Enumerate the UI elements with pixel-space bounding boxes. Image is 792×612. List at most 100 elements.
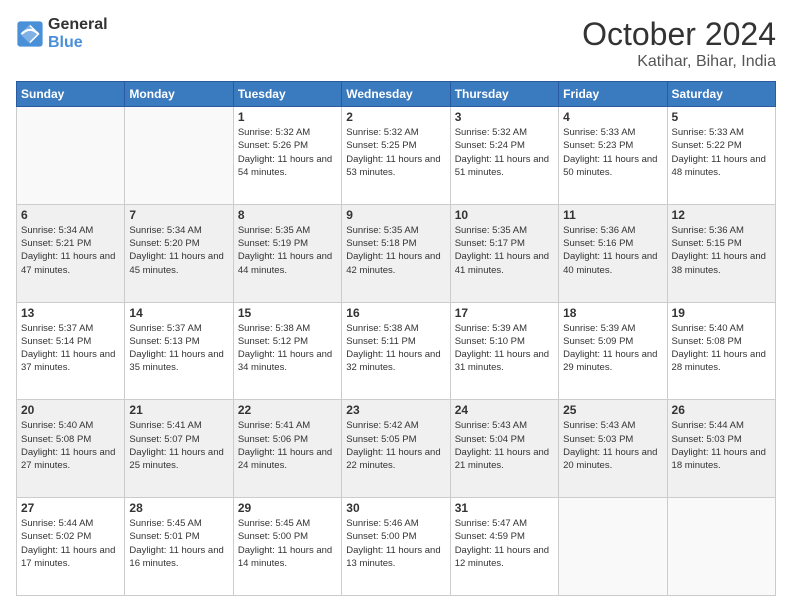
col-friday: Friday	[559, 82, 667, 107]
day-info: Sunrise: 5:35 AMSunset: 5:17 PMDaylight:…	[455, 224, 554, 277]
day-number: 30	[346, 501, 445, 515]
day-number: 19	[672, 306, 771, 320]
day-number: 21	[129, 403, 228, 417]
calendar-cell: 20Sunrise: 5:40 AMSunset: 5:08 PMDayligh…	[17, 400, 125, 498]
calendar-week-row: 13Sunrise: 5:37 AMSunset: 5:14 PMDayligh…	[17, 302, 776, 400]
calendar-cell: 16 Sunrise: 5:38 AMSunset: 5:11 PMDayligh…	[342, 302, 450, 400]
day-info: Sunrise: 5:34 AMSunset: 5:21 PMDaylight:…	[21, 224, 120, 277]
calendar-cell: 6 Sunrise: 5:34 AMSunset: 5:21 PMDaylight…	[17, 204, 125, 302]
day-info: Sunrise: 5:35 AMSunset: 5:18 PMDaylight:…	[346, 224, 445, 277]
calendar-cell: 22Sunrise: 5:41 AMSunset: 5:06 PMDayligh…	[233, 400, 341, 498]
day-info: Sunrise: 5:45 AMSunset: 5:00 PMDaylight:…	[238, 517, 337, 570]
calendar-cell	[125, 107, 233, 205]
day-info: Sunrise: 5:44 AMSunset: 5:03 PMDaylight:…	[672, 419, 771, 472]
calendar-cell: 1Sunrise: 5:32 AMSunset: 5:26 PMDaylight…	[233, 107, 341, 205]
calendar-cell: 7 Sunrise: 5:34 AMSunset: 5:20 PMDaylight…	[125, 204, 233, 302]
day-number: 18	[563, 306, 662, 320]
day-info: Sunrise: 5:37 AMSunset: 5:14 PMDaylight:…	[21, 322, 120, 375]
day-info: Sunrise: 5:39 AMSunset: 5:10 PMDaylight:…	[455, 322, 554, 375]
day-number: 8	[238, 208, 337, 222]
day-number: 15	[238, 306, 337, 320]
day-number: 3	[455, 110, 554, 124]
day-info: Sunrise: 5:40 AMSunset: 5:08 PMDaylight:…	[672, 322, 771, 375]
calendar-week-row: 6 Sunrise: 5:34 AMSunset: 5:21 PMDaylight…	[17, 204, 776, 302]
location-title: Katihar, Bihar, India	[582, 53, 776, 71]
day-info: Sunrise: 5:34 AMSunset: 5:20 PMDaylight:…	[129, 224, 228, 277]
day-number: 27	[21, 501, 120, 515]
day-info: Sunrise: 5:33 AMSunset: 5:22 PMDaylight:…	[672, 126, 771, 179]
day-number: 28	[129, 501, 228, 515]
calendar-cell: 19 Sunrise: 5:40 AMSunset: 5:08 PMDayligh…	[667, 302, 775, 400]
calendar-cell: 15 Sunrise: 5:38 AMSunset: 5:12 PMDayligh…	[233, 302, 341, 400]
day-info: Sunrise: 5:39 AMSunset: 5:09 PMDaylight:…	[563, 322, 662, 375]
day-info: Sunrise: 5:33 AMSunset: 5:23 PMDaylight:…	[563, 126, 662, 179]
calendar-cell	[559, 498, 667, 596]
day-number: 16	[346, 306, 445, 320]
day-number: 12	[672, 208, 771, 222]
day-number: 2	[346, 110, 445, 124]
day-number: 22	[238, 403, 337, 417]
day-info: Sunrise: 5:32 AMSunset: 5:26 PMDaylight:…	[238, 126, 337, 179]
day-number: 29	[238, 501, 337, 515]
calendar-cell: 30Sunrise: 5:46 AMSunset: 5:00 PMDayligh…	[342, 498, 450, 596]
calendar-cell: 24Sunrise: 5:43 AMSunset: 5:04 PMDayligh…	[450, 400, 558, 498]
day-number: 14	[129, 306, 228, 320]
calendar-cell: 4 Sunrise: 5:33 AMSunset: 5:23 PMDaylight…	[559, 107, 667, 205]
calendar-cell	[17, 107, 125, 205]
calendar-cell: 17 Sunrise: 5:39 AMSunset: 5:10 PMDayligh…	[450, 302, 558, 400]
day-info: Sunrise: 5:41 AMSunset: 5:07 PMDaylight:…	[129, 419, 228, 472]
day-number: 26	[672, 403, 771, 417]
day-info: Sunrise: 5:37 AMSunset: 5:13 PMDaylight:…	[129, 322, 228, 375]
day-info: Sunrise: 5:40 AMSunset: 5:08 PMDaylight:…	[21, 419, 120, 472]
month-title: October 2024	[582, 16, 776, 53]
calendar-cell: 14 Sunrise: 5:37 AMSunset: 5:13 PMDayligh…	[125, 302, 233, 400]
calendar-week-row: 1Sunrise: 5:32 AMSunset: 5:26 PMDaylight…	[17, 107, 776, 205]
calendar-cell: 3 Sunrise: 5:32 AMSunset: 5:24 PMDaylight…	[450, 107, 558, 205]
calendar-cell: 28Sunrise: 5:45 AMSunset: 5:01 PMDayligh…	[125, 498, 233, 596]
day-number: 10	[455, 208, 554, 222]
day-number: 7	[129, 208, 228, 222]
calendar-cell: 29 Sunrise: 5:45 AMSunset: 5:00 PMDayligh…	[233, 498, 341, 596]
day-number: 17	[455, 306, 554, 320]
day-number: 4	[563, 110, 662, 124]
day-info: Sunrise: 5:42 AMSunset: 5:05 PMDaylight:…	[346, 419, 445, 472]
day-info: Sunrise: 5:35 AMSunset: 5:19 PMDaylight:…	[238, 224, 337, 277]
calendar-cell	[667, 498, 775, 596]
calendar-cell: 21 Sunrise: 5:41 AMSunset: 5:07 PMDayligh…	[125, 400, 233, 498]
calendar-cell: 2 Sunrise: 5:32 AMSunset: 5:25 PMDaylight…	[342, 107, 450, 205]
col-sunday: Sunday	[17, 82, 125, 107]
calendar-cell: 26 Sunrise: 5:44 AMSunset: 5:03 PMDayligh…	[667, 400, 775, 498]
logo-icon	[16, 20, 44, 48]
day-info: Sunrise: 5:38 AMSunset: 5:11 PMDaylight:…	[346, 322, 445, 375]
calendar-table: Sunday Monday Tuesday Wednesday Thursday…	[16, 81, 776, 596]
day-number: 25	[563, 403, 662, 417]
day-info: Sunrise: 5:47 AMSunset: 4:59 PMDaylight:…	[455, 517, 554, 570]
calendar-cell: 31Sunrise: 5:47 AMSunset: 4:59 PMDayligh…	[450, 498, 558, 596]
day-number: 23	[346, 403, 445, 417]
calendar-cell: 8 Sunrise: 5:35 AMSunset: 5:19 PMDaylight…	[233, 204, 341, 302]
col-wednesday: Wednesday	[342, 82, 450, 107]
day-info: Sunrise: 5:32 AMSunset: 5:24 PMDaylight:…	[455, 126, 554, 179]
calendar-week-row: 27 Sunrise: 5:44 AMSunset: 5:02 PMDayligh…	[17, 498, 776, 596]
day-info: Sunrise: 5:32 AMSunset: 5:25 PMDaylight:…	[346, 126, 445, 179]
day-info: Sunrise: 5:36 AMSunset: 5:15 PMDaylight:…	[672, 224, 771, 277]
col-monday: Monday	[125, 82, 233, 107]
calendar-cell: 5 Sunrise: 5:33 AMSunset: 5:22 PMDaylight…	[667, 107, 775, 205]
calendar-cell: 13Sunrise: 5:37 AMSunset: 5:14 PMDayligh…	[17, 302, 125, 400]
calendar-cell: 18 Sunrise: 5:39 AMSunset: 5:09 PMDayligh…	[559, 302, 667, 400]
col-thursday: Thursday	[450, 82, 558, 107]
day-number: 11	[563, 208, 662, 222]
day-info: Sunrise: 5:38 AMSunset: 5:12 PMDaylight:…	[238, 322, 337, 375]
day-info: Sunrise: 5:43 AMSunset: 5:03 PMDaylight:…	[563, 419, 662, 472]
calendar-cell: 25 Sunrise: 5:43 AMSunset: 5:03 PMDayligh…	[559, 400, 667, 498]
title-block: October 2024 Katihar, Bihar, India	[582, 16, 776, 71]
calendar-cell: 10 Sunrise: 5:35 AMSunset: 5:17 PMDayligh…	[450, 204, 558, 302]
day-number: 6	[21, 208, 120, 222]
calendar-week-row: 20Sunrise: 5:40 AMSunset: 5:08 PMDayligh…	[17, 400, 776, 498]
day-info: Sunrise: 5:44 AMSunset: 5:02 PMDaylight:…	[21, 517, 120, 570]
calendar-header-row: Sunday Monday Tuesday Wednesday Thursday…	[17, 82, 776, 107]
calendar-cell: 23 Sunrise: 5:42 AMSunset: 5:05 PMDayligh…	[342, 400, 450, 498]
day-number: 5	[672, 110, 771, 124]
day-number: 24	[455, 403, 554, 417]
day-info: Sunrise: 5:36 AMSunset: 5:16 PMDaylight:…	[563, 224, 662, 277]
